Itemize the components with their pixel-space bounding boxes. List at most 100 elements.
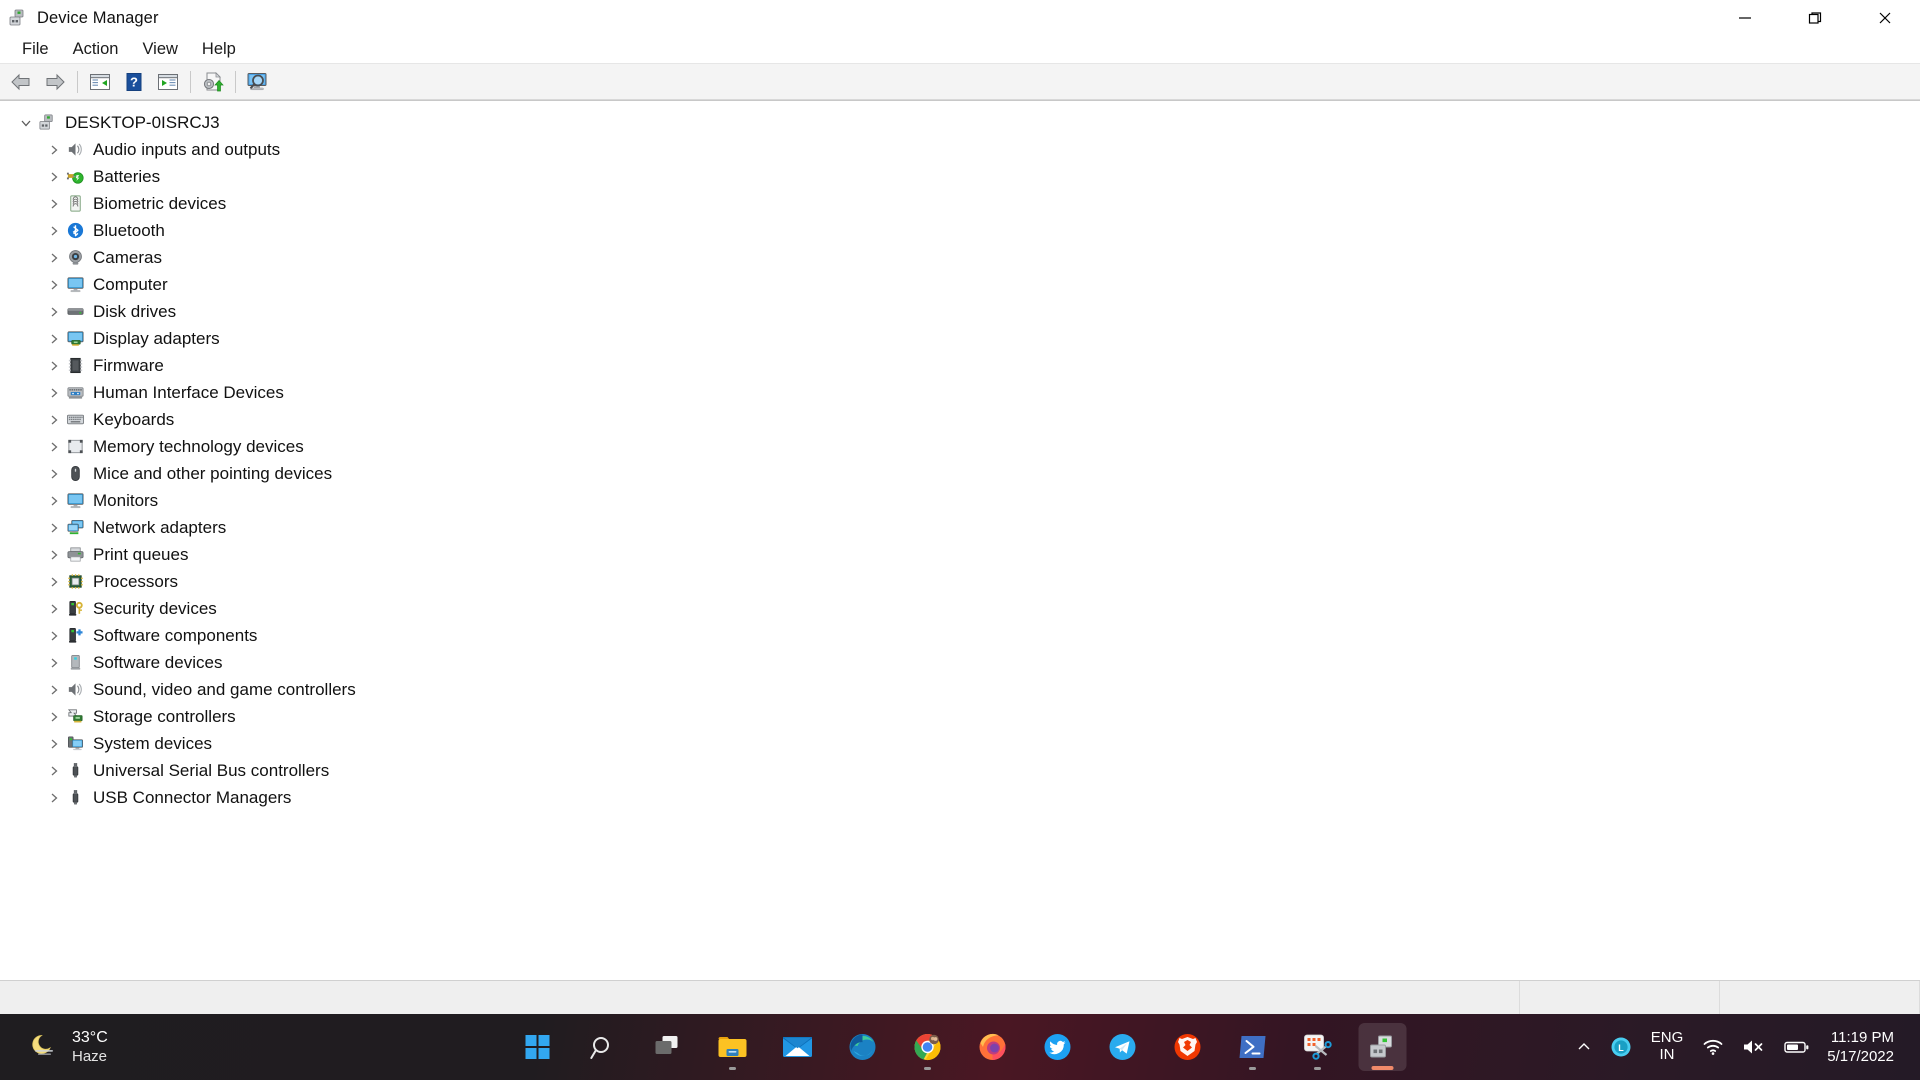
close-button[interactable] bbox=[1850, 0, 1920, 36]
tree-item[interactable]: Monitors bbox=[10, 487, 1920, 514]
wifi-icon[interactable] bbox=[1693, 1024, 1733, 1070]
chevron-right-icon[interactable] bbox=[44, 360, 64, 372]
tree-item[interactable]: Sound, video and game controllers bbox=[10, 676, 1920, 703]
chevron-right-icon[interactable] bbox=[44, 333, 64, 345]
search-button[interactable] bbox=[579, 1023, 627, 1071]
tree-item[interactable]: Software devices bbox=[10, 649, 1920, 676]
chrome-button[interactable] bbox=[904, 1023, 952, 1071]
chevron-down-icon[interactable] bbox=[16, 117, 36, 129]
edge-button[interactable] bbox=[839, 1023, 887, 1071]
tree-item[interactable]: Network adapters bbox=[10, 514, 1920, 541]
tree-item[interactable]: Memory technology devices bbox=[10, 433, 1920, 460]
scan-hardware-changes-button[interactable] bbox=[241, 67, 275, 97]
snipping-tool-button[interactable] bbox=[1294, 1023, 1342, 1071]
tree-item-label: Software components bbox=[93, 626, 258, 645]
tree-item[interactable]: Storage controllers bbox=[10, 703, 1920, 730]
help-button[interactable]: ? bbox=[117, 67, 151, 97]
start-button[interactable] bbox=[514, 1023, 562, 1071]
tree-root-item[interactable]: DESKTOP-0ISRCJ3 bbox=[10, 109, 1920, 136]
tree-item[interactable]: System devices bbox=[10, 730, 1920, 757]
clock-and-date[interactable]: 11:19 PM 5/17/2022 bbox=[1819, 1028, 1906, 1067]
language-indicator[interactable]: ENG IN bbox=[1641, 1029, 1694, 1064]
window-controls bbox=[1710, 0, 1920, 36]
menu-help[interactable]: Help bbox=[190, 38, 248, 61]
tray-clock-app-icon[interactable]: L bbox=[1601, 1024, 1641, 1070]
show-hidden-icons-chevron[interactable] bbox=[1567, 1024, 1601, 1070]
back-button[interactable] bbox=[4, 67, 38, 97]
show-hide-console-tree-button[interactable] bbox=[83, 67, 117, 97]
chevron-right-icon[interactable] bbox=[44, 306, 64, 318]
chevron-right-icon[interactable] bbox=[44, 684, 64, 696]
menu-action[interactable]: Action bbox=[61, 38, 131, 61]
tree-item[interactable]: Biometric devices bbox=[10, 190, 1920, 217]
telegram-button[interactable] bbox=[1099, 1023, 1147, 1071]
chevron-right-icon[interactable] bbox=[44, 792, 64, 804]
bluetooth-icon bbox=[64, 221, 86, 241]
chevron-right-icon[interactable] bbox=[44, 414, 64, 426]
minimize-button[interactable] bbox=[1710, 0, 1780, 36]
chevron-right-icon[interactable] bbox=[44, 549, 64, 561]
chevron-right-icon[interactable] bbox=[44, 171, 64, 183]
menu-view[interactable]: View bbox=[130, 38, 189, 61]
chevron-right-icon[interactable] bbox=[44, 495, 64, 507]
keyboard-icon bbox=[64, 410, 86, 430]
task-view-button[interactable] bbox=[644, 1023, 692, 1071]
tree-item[interactable]: Software components bbox=[10, 622, 1920, 649]
chevron-right-icon[interactable] bbox=[44, 279, 64, 291]
chevron-right-icon[interactable] bbox=[44, 225, 64, 237]
tree-item[interactable]: Processors bbox=[10, 568, 1920, 595]
chevron-right-icon[interactable] bbox=[44, 144, 64, 156]
chevron-right-icon[interactable] bbox=[44, 603, 64, 615]
chevron-right-icon[interactable] bbox=[44, 711, 64, 723]
tree-item-label: System devices bbox=[93, 734, 213, 753]
chevron-right-icon[interactable] bbox=[44, 522, 64, 534]
tree-item[interactable]: Mice and other pointing devices bbox=[10, 460, 1920, 487]
firefox-button[interactable] bbox=[969, 1023, 1017, 1071]
chevron-right-icon[interactable] bbox=[44, 468, 64, 480]
powershell-button[interactable] bbox=[1229, 1023, 1277, 1071]
tree-item[interactable]: USB Connector Managers bbox=[10, 784, 1920, 811]
tree-item[interactable]: Bluetooth bbox=[10, 217, 1920, 244]
mouse-icon bbox=[64, 464, 86, 484]
forward-button[interactable] bbox=[38, 67, 72, 97]
twitter-button[interactable] bbox=[1034, 1023, 1082, 1071]
chevron-right-icon[interactable] bbox=[44, 657, 64, 669]
chevron-right-icon[interactable] bbox=[44, 630, 64, 642]
monitor-icon bbox=[64, 275, 86, 295]
menu-file[interactable]: File bbox=[10, 38, 61, 61]
battery-icon[interactable] bbox=[1775, 1024, 1819, 1070]
weather-widget[interactable]: 33°C Haze bbox=[0, 1029, 320, 1066]
tree-item[interactable]: Firmware bbox=[10, 352, 1920, 379]
tree-item[interactable]: Print queues bbox=[10, 541, 1920, 568]
chevron-right-icon[interactable] bbox=[44, 198, 64, 210]
svg-text:L: L bbox=[1618, 1043, 1624, 1053]
speaker-icon bbox=[64, 140, 86, 160]
chevron-right-icon[interactable] bbox=[44, 765, 64, 777]
chevron-right-icon[interactable] bbox=[44, 441, 64, 453]
update-driver-button[interactable] bbox=[196, 67, 230, 97]
tree-item[interactable]: Cameras bbox=[10, 244, 1920, 271]
chevron-right-icon[interactable] bbox=[44, 387, 64, 399]
firmware-chip-icon bbox=[64, 356, 86, 376]
maximize-restore-button[interactable] bbox=[1780, 0, 1850, 36]
volume-muted-icon[interactable] bbox=[1733, 1024, 1775, 1070]
language-line1: ENG bbox=[1650, 1029, 1684, 1047]
tree-item[interactable]: Universal Serial Bus controllers bbox=[10, 757, 1920, 784]
tree-item[interactable]: Security devices bbox=[10, 595, 1920, 622]
chevron-right-icon[interactable] bbox=[44, 576, 64, 588]
chevron-right-icon[interactable] bbox=[44, 252, 64, 264]
tree-item[interactable]: Computer bbox=[10, 271, 1920, 298]
brave-button[interactable] bbox=[1164, 1023, 1212, 1071]
tree-item[interactable]: Batteries bbox=[10, 163, 1920, 190]
tree-item[interactable]: Display adapters bbox=[10, 325, 1920, 352]
toolbar-separator bbox=[190, 70, 191, 93]
tree-item[interactable]: Keyboards bbox=[10, 406, 1920, 433]
properties-button[interactable] bbox=[151, 67, 185, 97]
file-explorer-button[interactable] bbox=[709, 1023, 757, 1071]
tree-item[interactable]: Audio inputs and outputs bbox=[10, 136, 1920, 163]
device-manager-button[interactable] bbox=[1358, 1023, 1407, 1071]
chevron-right-icon[interactable] bbox=[44, 738, 64, 750]
tree-item[interactable]: Disk drives bbox=[10, 298, 1920, 325]
mail-button[interactable] bbox=[774, 1023, 822, 1071]
tree-item[interactable]: Human Interface Devices bbox=[10, 379, 1920, 406]
